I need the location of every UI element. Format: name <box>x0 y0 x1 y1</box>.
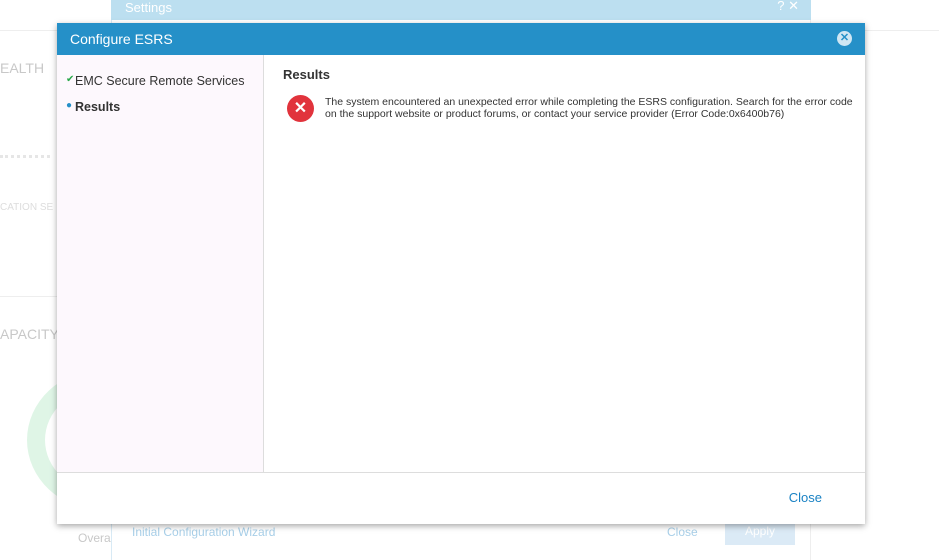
bg-close-button[interactable]: Close <box>667 525 698 539</box>
results-pane: Results ✕ The system encountered an unex… <box>265 55 865 472</box>
dialog-header: Configure ESRS ✕ <box>57 23 865 55</box>
settings-header: Settings? ✕ <box>111 0 811 20</box>
step-esrs[interactable]: ✔ EMC Secure Remote Services <box>66 74 245 88</box>
capacity-label: APACITY <box>0 326 59 342</box>
settings-title: Settings <box>125 0 172 15</box>
section-title: Results <box>283 67 330 82</box>
close-icon[interactable]: ✕ <box>788 0 799 13</box>
dialog-title: Configure ESRS <box>70 31 173 47</box>
health-label: EALTH <box>0 60 45 76</box>
configure-esrs-dialog: Configure ESRS ✕ ✔ EMC Secure Remote Serv… <box>57 23 865 524</box>
bullet-icon: ● <box>66 100 73 111</box>
wizard-steps: ✔ EMC Secure Remote Services ● Results <box>57 55 264 472</box>
replication-label: CATION SE <box>0 202 54 213</box>
close-icon[interactable]: ✕ <box>837 31 852 46</box>
step-label: EMC Secure Remote Services <box>75 74 245 88</box>
step-results[interactable]: ● Results <box>66 100 121 114</box>
step-label: Results <box>75 100 121 114</box>
check-icon: ✔ <box>66 74 75 85</box>
dialog-footer: Close <box>57 472 865 524</box>
error-icon: ✕ <box>287 95 314 122</box>
close-button[interactable]: Close <box>789 490 822 505</box>
help-icon[interactable]: ? <box>777 0 784 13</box>
progress-dots <box>0 155 50 160</box>
error-message: The system encountered an unexpected err… <box>325 96 853 120</box>
wizard-link[interactable]: Initial Configuration Wizard <box>132 525 275 539</box>
overall-label: Overa <box>78 531 111 545</box>
divider <box>0 296 57 297</box>
